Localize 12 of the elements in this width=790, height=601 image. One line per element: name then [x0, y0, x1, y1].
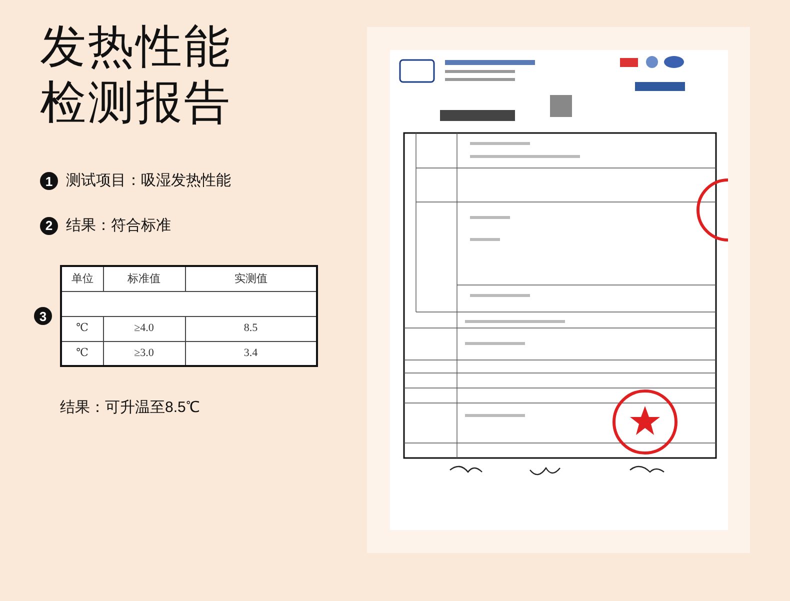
number-badge: 2 — [40, 216, 58, 235]
result-text: 结果：可升温至8.5℃ — [60, 398, 201, 418]
heading: 检测报告 — [40, 75, 233, 130]
heading: 发热性能 — [40, 19, 233, 74]
table-cell: ℃ — [61, 316, 103, 341]
number-badge: 1 — [40, 172, 58, 190]
item-text: 结果：符合标准 — [66, 216, 171, 236]
item-text: 测试项目：吸湿发热性能 — [66, 171, 231, 191]
table-cell: ≥4.0 — [103, 316, 185, 341]
column-header: 标准值 — [103, 266, 185, 291]
column-header: 单位 — [61, 266, 103, 291]
number-badge: 3 — [34, 307, 52, 325]
